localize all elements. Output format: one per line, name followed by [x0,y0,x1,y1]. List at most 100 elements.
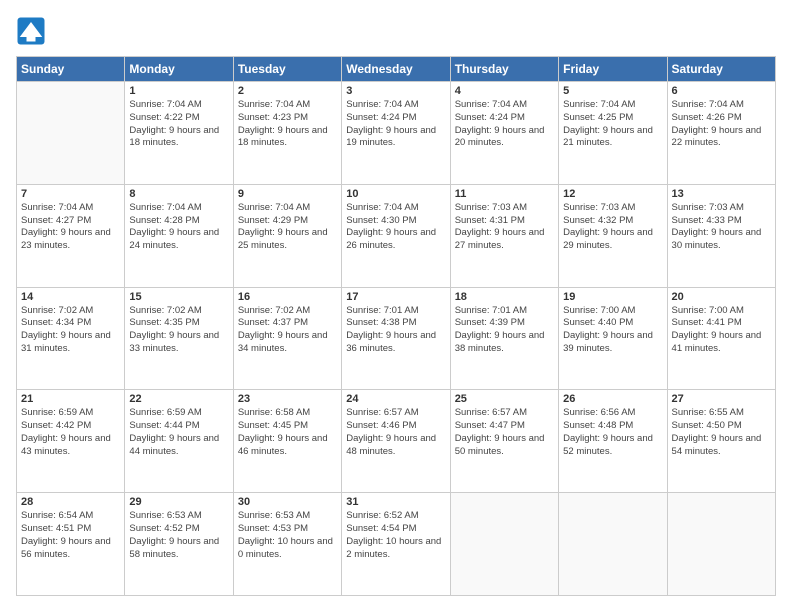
cell-info: Sunrise: 7:03 AMSunset: 4:32 PMDaylight:… [563,202,653,251]
day-number: 29 [129,496,228,508]
day-cell: 1 Sunrise: 7:04 AMSunset: 4:22 PMDayligh… [125,82,233,185]
day-cell: 21 Sunrise: 6:59 AMSunset: 4:42 PMDaylig… [17,390,125,493]
day-header: Thursday [450,57,558,82]
day-cell: 3 Sunrise: 7:04 AMSunset: 4:24 PMDayligh… [342,82,450,185]
day-cell: 11 Sunrise: 7:03 AMSunset: 4:31 PMDaylig… [450,184,558,287]
day-header: Wednesday [342,57,450,82]
day-cell: 4 Sunrise: 7:04 AMSunset: 4:24 PMDayligh… [450,82,558,185]
day-header: Friday [559,57,667,82]
cell-info: Sunrise: 6:52 AMSunset: 4:54 PMDaylight:… [346,510,441,559]
day-number: 28 [21,496,120,508]
day-cell: 9 Sunrise: 7:04 AMSunset: 4:29 PMDayligh… [233,184,341,287]
cell-info: Sunrise: 6:59 AMSunset: 4:44 PMDaylight:… [129,407,219,456]
week-row: 21 Sunrise: 6:59 AMSunset: 4:42 PMDaylig… [17,390,776,493]
week-row: 1 Sunrise: 7:04 AMSunset: 4:22 PMDayligh… [17,82,776,185]
day-number: 22 [129,393,228,405]
week-row: 14 Sunrise: 7:02 AMSunset: 4:34 PMDaylig… [17,287,776,390]
cell-info: Sunrise: 7:02 AMSunset: 4:37 PMDaylight:… [238,305,328,354]
cell-info: Sunrise: 6:57 AMSunset: 4:47 PMDaylight:… [455,407,545,456]
cell-info: Sunrise: 7:04 AMSunset: 4:23 PMDaylight:… [238,99,328,148]
day-cell: 29 Sunrise: 6:53 AMSunset: 4:52 PMDaylig… [125,493,233,596]
day-cell: 13 Sunrise: 7:03 AMSunset: 4:33 PMDaylig… [667,184,775,287]
day-number: 6 [672,85,771,97]
cell-info: Sunrise: 7:02 AMSunset: 4:34 PMDaylight:… [21,305,111,354]
day-cell: 2 Sunrise: 7:04 AMSunset: 4:23 PMDayligh… [233,82,341,185]
cell-info: Sunrise: 6:57 AMSunset: 4:46 PMDaylight:… [346,407,436,456]
day-cell: 16 Sunrise: 7:02 AMSunset: 4:37 PMDaylig… [233,287,341,390]
day-number: 25 [455,393,554,405]
day-number: 16 [238,291,337,303]
cell-info: Sunrise: 7:04 AMSunset: 4:22 PMDaylight:… [129,99,219,148]
day-cell: 6 Sunrise: 7:04 AMSunset: 4:26 PMDayligh… [667,82,775,185]
day-number: 4 [455,85,554,97]
cell-info: Sunrise: 7:03 AMSunset: 4:33 PMDaylight:… [672,202,762,251]
cell-info: Sunrise: 7:00 AMSunset: 4:40 PMDaylight:… [563,305,653,354]
day-number: 5 [563,85,662,97]
day-cell: 31 Sunrise: 6:52 AMSunset: 4:54 PMDaylig… [342,493,450,596]
day-cell: 28 Sunrise: 6:54 AMSunset: 4:51 PMDaylig… [17,493,125,596]
day-cell: 20 Sunrise: 7:00 AMSunset: 4:41 PMDaylig… [667,287,775,390]
day-number: 30 [238,496,337,508]
day-cell: 10 Sunrise: 7:04 AMSunset: 4:30 PMDaylig… [342,184,450,287]
day-cell [667,493,775,596]
day-cell [17,82,125,185]
day-number: 13 [672,188,771,200]
day-number: 15 [129,291,228,303]
cell-info: Sunrise: 7:00 AMSunset: 4:41 PMDaylight:… [672,305,762,354]
cell-info: Sunrise: 7:01 AMSunset: 4:39 PMDaylight:… [455,305,545,354]
day-number: 31 [346,496,445,508]
day-cell [559,493,667,596]
day-cell: 14 Sunrise: 7:02 AMSunset: 4:34 PMDaylig… [17,287,125,390]
day-cell: 18 Sunrise: 7:01 AMSunset: 4:39 PMDaylig… [450,287,558,390]
day-number: 11 [455,188,554,200]
day-number: 26 [563,393,662,405]
cell-info: Sunrise: 7:04 AMSunset: 4:30 PMDaylight:… [346,202,436,251]
day-number: 21 [21,393,120,405]
week-row: 7 Sunrise: 7:04 AMSunset: 4:27 PMDayligh… [17,184,776,287]
day-cell: 27 Sunrise: 6:55 AMSunset: 4:50 PMDaylig… [667,390,775,493]
cell-info: Sunrise: 7:04 AMSunset: 4:29 PMDaylight:… [238,202,328,251]
cell-info: Sunrise: 7:01 AMSunset: 4:38 PMDaylight:… [346,305,436,354]
day-cell: 8 Sunrise: 7:04 AMSunset: 4:28 PMDayligh… [125,184,233,287]
day-number: 27 [672,393,771,405]
day-header: Saturday [667,57,775,82]
cell-info: Sunrise: 7:02 AMSunset: 4:35 PMDaylight:… [129,305,219,354]
day-number: 19 [563,291,662,303]
cell-info: Sunrise: 7:04 AMSunset: 4:25 PMDaylight:… [563,99,653,148]
cell-info: Sunrise: 6:53 AMSunset: 4:52 PMDaylight:… [129,510,219,559]
day-number: 24 [346,393,445,405]
day-header: Tuesday [233,57,341,82]
day-cell: 24 Sunrise: 6:57 AMSunset: 4:46 PMDaylig… [342,390,450,493]
day-number: 18 [455,291,554,303]
day-cell: 7 Sunrise: 7:04 AMSunset: 4:27 PMDayligh… [17,184,125,287]
day-cell: 15 Sunrise: 7:02 AMSunset: 4:35 PMDaylig… [125,287,233,390]
day-cell: 25 Sunrise: 6:57 AMSunset: 4:47 PMDaylig… [450,390,558,493]
cell-info: Sunrise: 6:58 AMSunset: 4:45 PMDaylight:… [238,407,328,456]
cell-info: Sunrise: 6:56 AMSunset: 4:48 PMDaylight:… [563,407,653,456]
cell-info: Sunrise: 6:59 AMSunset: 4:42 PMDaylight:… [21,407,111,456]
day-header: Sunday [17,57,125,82]
day-number: 9 [238,188,337,200]
cell-info: Sunrise: 6:54 AMSunset: 4:51 PMDaylight:… [21,510,111,559]
day-number: 8 [129,188,228,200]
day-cell: 19 Sunrise: 7:00 AMSunset: 4:40 PMDaylig… [559,287,667,390]
week-row: 28 Sunrise: 6:54 AMSunset: 4:51 PMDaylig… [17,493,776,596]
day-number: 10 [346,188,445,200]
cell-info: Sunrise: 7:04 AMSunset: 4:24 PMDaylight:… [346,99,436,148]
day-cell: 22 Sunrise: 6:59 AMSunset: 4:44 PMDaylig… [125,390,233,493]
day-cell [450,493,558,596]
cell-info: Sunrise: 6:55 AMSunset: 4:50 PMDaylight:… [672,407,762,456]
day-number: 20 [672,291,771,303]
cell-info: Sunrise: 6:53 AMSunset: 4:53 PMDaylight:… [238,510,333,559]
day-number: 17 [346,291,445,303]
logo [16,16,48,46]
cell-info: Sunrise: 7:03 AMSunset: 4:31 PMDaylight:… [455,202,545,251]
day-number: 12 [563,188,662,200]
cell-info: Sunrise: 7:04 AMSunset: 4:24 PMDaylight:… [455,99,545,148]
day-number: 1 [129,85,228,97]
day-cell: 12 Sunrise: 7:03 AMSunset: 4:32 PMDaylig… [559,184,667,287]
header [16,16,776,46]
day-cell: 17 Sunrise: 7:01 AMSunset: 4:38 PMDaylig… [342,287,450,390]
day-number: 3 [346,85,445,97]
page: SundayMondayTuesdayWednesdayThursdayFrid… [0,0,792,612]
